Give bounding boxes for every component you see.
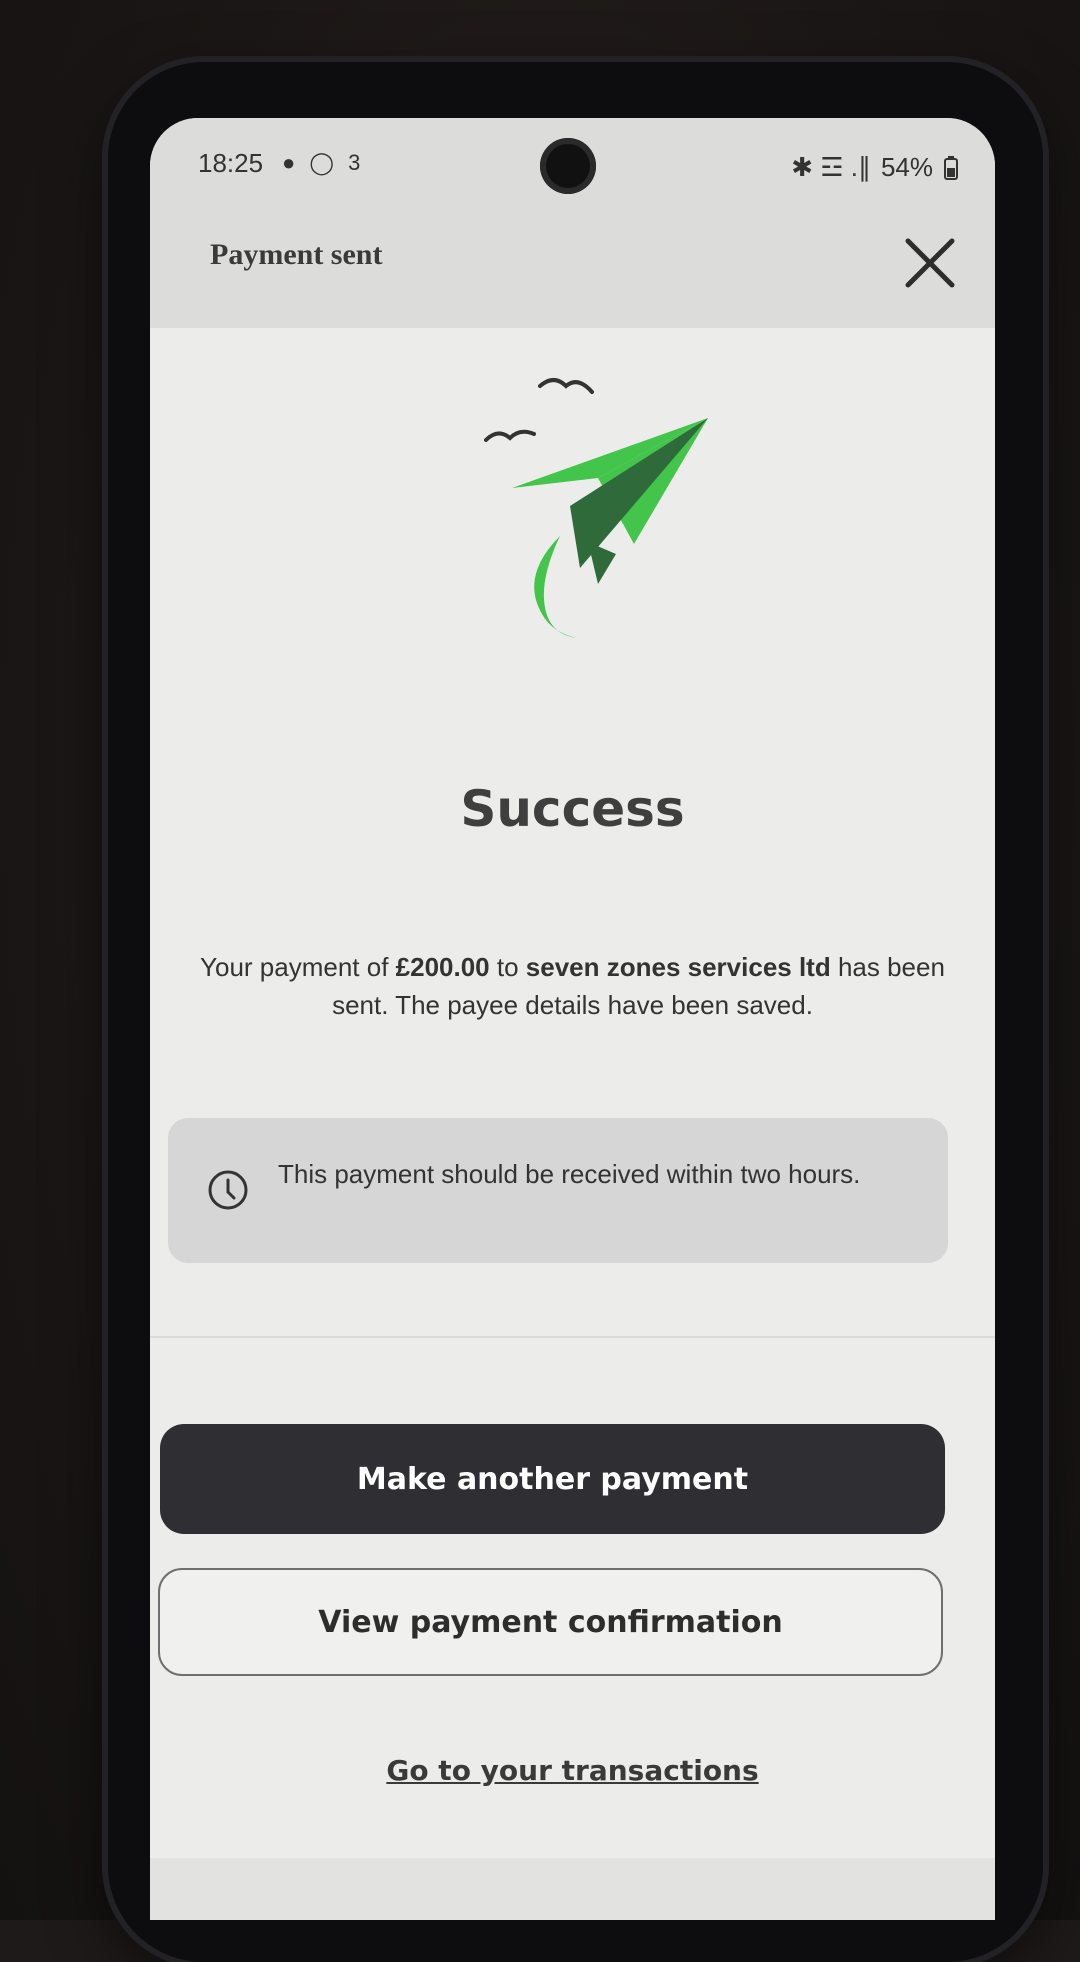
paper-plane-illustration	[420, 358, 740, 678]
payment-amount: £200.00	[395, 952, 490, 982]
notification-icons: ● ◯ 3	[282, 150, 365, 175]
bottom-navigation-area	[150, 1858, 995, 1920]
info-text: This payment should be received within t…	[278, 1159, 861, 1189]
clock-icon	[208, 1170, 248, 1210]
go-to-transactions-link[interactable]: Go to your transactions	[150, 1754, 995, 1787]
close-icon	[905, 238, 955, 288]
status-time: 18:25	[198, 148, 264, 178]
view-payment-confirmation-button[interactable]: View payment confirmation	[158, 1568, 943, 1676]
app-header: Payment sent	[150, 218, 995, 328]
payee-name: seven zones services ltd	[525, 952, 831, 982]
close-button[interactable]	[897, 230, 963, 296]
app-screen: 18:25 ● ◯ 3 ✱ ☲ .∥ 54% Payment sent Succ…	[150, 118, 995, 1920]
signal-icons: ✱ ☲ .∥	[791, 152, 871, 182]
paper-plane-icon	[484, 378, 708, 638]
battery-icon	[944, 155, 958, 180]
message-prefix: Your payment of	[200, 952, 396, 982]
divider	[150, 1336, 995, 1338]
battery-level: 54%	[880, 152, 933, 182]
status-bar: 18:25 ● ◯ 3 ✱ ☲ .∥ 54%	[150, 118, 995, 218]
message-mid: to	[489, 952, 526, 982]
status-right: ✱ ☲ .∥ 54%	[791, 152, 959, 183]
payment-message: Your payment of £200.00 to seven zones s…	[200, 948, 945, 1024]
front-camera	[540, 138, 596, 194]
success-heading: Success	[460, 780, 685, 838]
page-title: Payment sent	[210, 238, 383, 271]
make-another-payment-button[interactable]: Make another payment	[160, 1424, 945, 1534]
info-box: This payment should be received within t…	[168, 1118, 948, 1263]
